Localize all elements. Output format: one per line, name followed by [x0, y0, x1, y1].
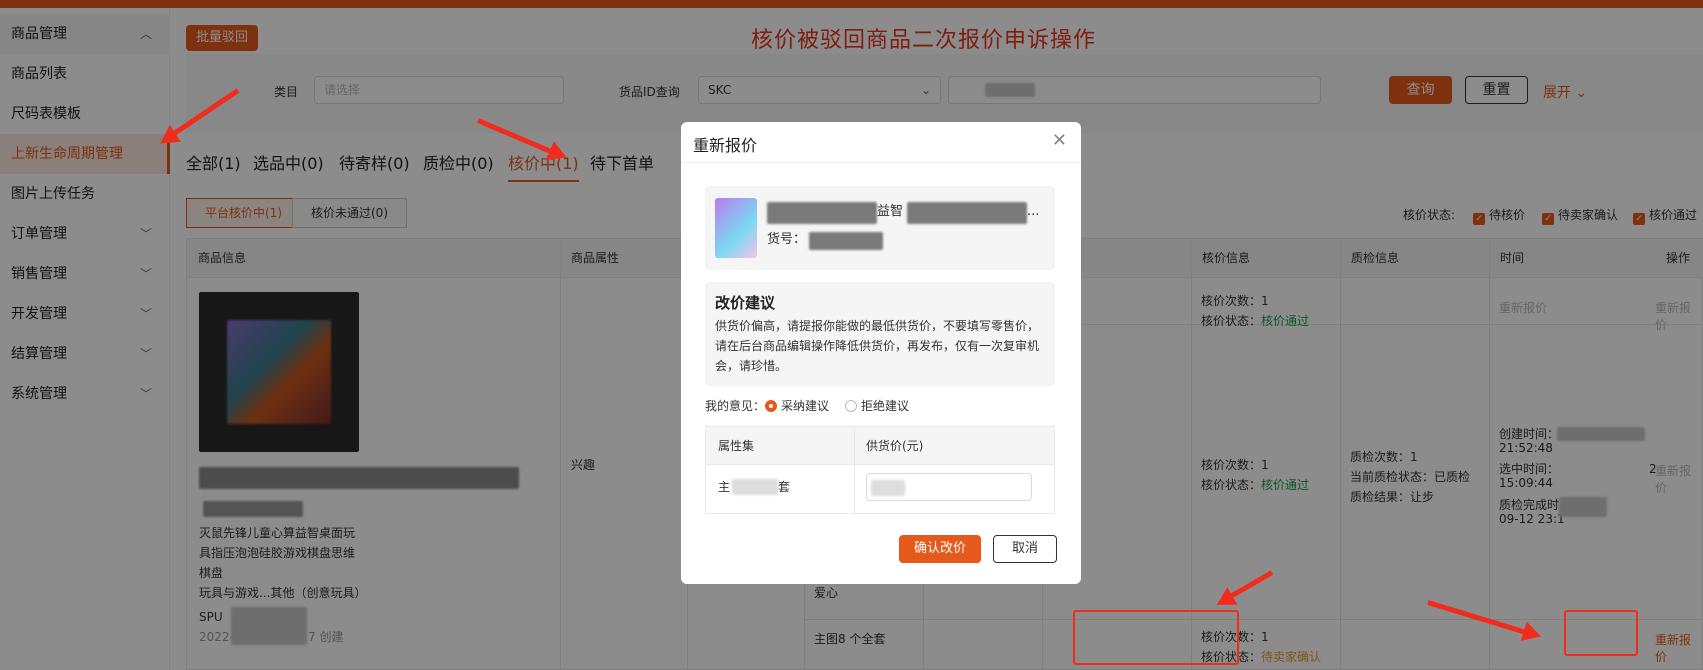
dialog-title: 重新报价 — [693, 136, 758, 155]
product-name-ellipsis: ... — [1027, 204, 1040, 219]
opinion-label: 我的意见： — [705, 399, 766, 413]
dialog-product-card: 益智 ... 货号： — [705, 186, 1055, 270]
row-attr-b: 套 — [778, 480, 791, 494]
confirm-price-button[interactable]: 确认改价 — [899, 535, 981, 563]
requote-dialog: 重新报价 ✕ 益智 ... 货号： 改价建议 供货价偏高，请提报你能做的最低供货… — [681, 122, 1081, 584]
radio-reject[interactable]: 拒绝建议 — [845, 396, 909, 416]
radio-accept[interactable]: 采纳建议 — [765, 396, 829, 416]
col-supply-price: 供货价(元) — [866, 439, 924, 453]
radio-icon — [845, 400, 857, 412]
annotation-box-status — [1073, 610, 1239, 665]
radio-selected-icon — [765, 400, 777, 412]
price-input-table: 属性集 供货价(元) 主 套 — [705, 426, 1055, 514]
redacted-name — [767, 202, 877, 224]
cancel-button[interactable]: 取消 — [993, 535, 1057, 563]
product-thumbnail — [715, 198, 757, 258]
redacted-attr — [732, 479, 778, 495]
radio-label: 拒绝建议 — [861, 399, 910, 413]
redacted-name — [907, 202, 1027, 224]
suggestion-title: 改价建议 — [715, 294, 776, 312]
close-icon[interactable]: ✕ — [1052, 130, 1067, 151]
suggestion-text: 供货价偏高，请提报你能做的最低供货价，不要填写零售价，请在后台商品编辑操作降低供… — [715, 319, 1040, 373]
product-name-visible: 益智 — [877, 204, 904, 219]
row-attr-a: 主 — [718, 480, 731, 494]
col-attr-set: 属性集 — [718, 439, 755, 453]
redacted-sku — [809, 232, 883, 250]
sku-label: 货号： — [767, 232, 807, 247]
supply-price-input[interactable] — [866, 473, 1032, 501]
annotation-box-action — [1564, 610, 1638, 656]
price-suggestion: 改价建议 供货价偏高，请提报你能做的最低供货价，不要填写零售价，请在后台商品编辑… — [705, 282, 1055, 386]
radio-label: 采纳建议 — [781, 399, 830, 413]
